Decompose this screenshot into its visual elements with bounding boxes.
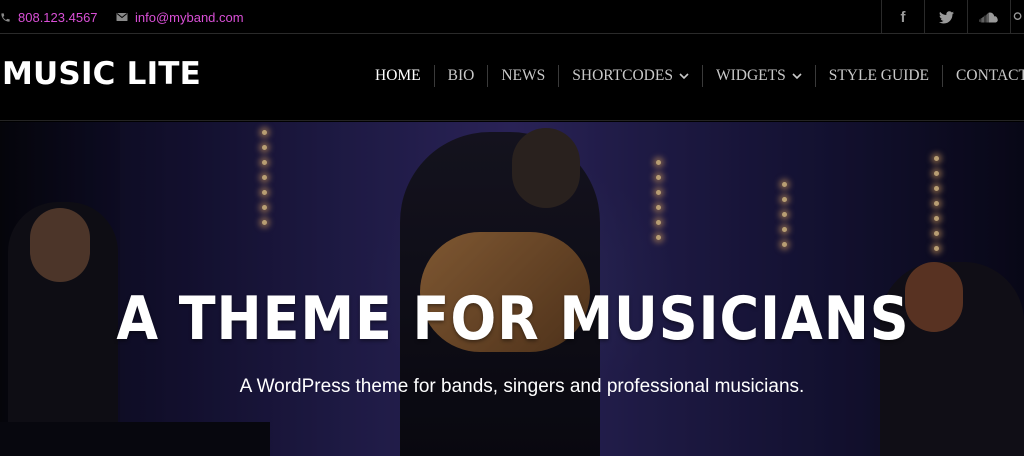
nav-label: SHORTCODES	[572, 67, 673, 84]
phone-icon	[0, 12, 11, 23]
phone-contact[interactable]: 808.123.4567	[0, 0, 98, 34]
nav-label: WIDGETS	[715, 67, 786, 84]
facebook-icon[interactable]: f	[881, 0, 924, 34]
social-links: f	[881, 0, 1024, 34]
email-address[interactable]: info@myband.com	[135, 10, 244, 25]
soundcloud-icon[interactable]	[967, 0, 1010, 34]
chevron-down-icon	[679, 72, 689, 80]
envelope-icon	[116, 12, 128, 22]
nav-item-news[interactable]: NEWS	[487, 65, 558, 87]
nav-label: HOME	[375, 67, 421, 84]
phone-number[interactable]: 808.123.4567	[18, 10, 98, 25]
site-header: MUSIC LITE HOME BIO NEWS SHORTCODES WIDG…	[0, 35, 1024, 121]
nav-item-home[interactable]: HOME	[362, 65, 434, 87]
hero-subtitle: A WordPress theme for bands, singers and…	[239, 376, 805, 397]
nav-item-shortcodes[interactable]: SHORTCODES	[558, 65, 702, 87]
nav-label: NEWS	[501, 67, 546, 84]
top-bar: 808.123.4567 info@myband.com f	[0, 0, 1024, 34]
nav-label: STYLE GUIDE	[828, 67, 930, 84]
site-logo[interactable]: MUSIC LITE	[2, 56, 201, 92]
nav-label: BIO	[447, 67, 475, 84]
nav-item-bio[interactable]: BIO	[433, 65, 488, 87]
nav-item-style-guide[interactable]: STYLE GUIDE	[814, 65, 942, 87]
chevron-down-icon	[792, 72, 802, 80]
main-nav: HOME BIO NEWS SHORTCODES WIDGETS STYLE G…	[362, 65, 1024, 87]
twitter-icon[interactable]	[924, 0, 967, 34]
email-contact[interactable]: info@myband.com	[116, 0, 244, 34]
nav-item-contact[interactable]: CONTACT	[942, 65, 1024, 87]
hero-title: A THEME FOR MUSICIANS	[116, 284, 910, 354]
hero-banner: A THEME FOR MUSICIANS A WordPress theme …	[0, 122, 1024, 456]
search-icon[interactable]	[1010, 0, 1024, 34]
nav-label: CONTACT	[956, 67, 1024, 84]
nav-item-widgets[interactable]: WIDGETS	[701, 65, 815, 87]
